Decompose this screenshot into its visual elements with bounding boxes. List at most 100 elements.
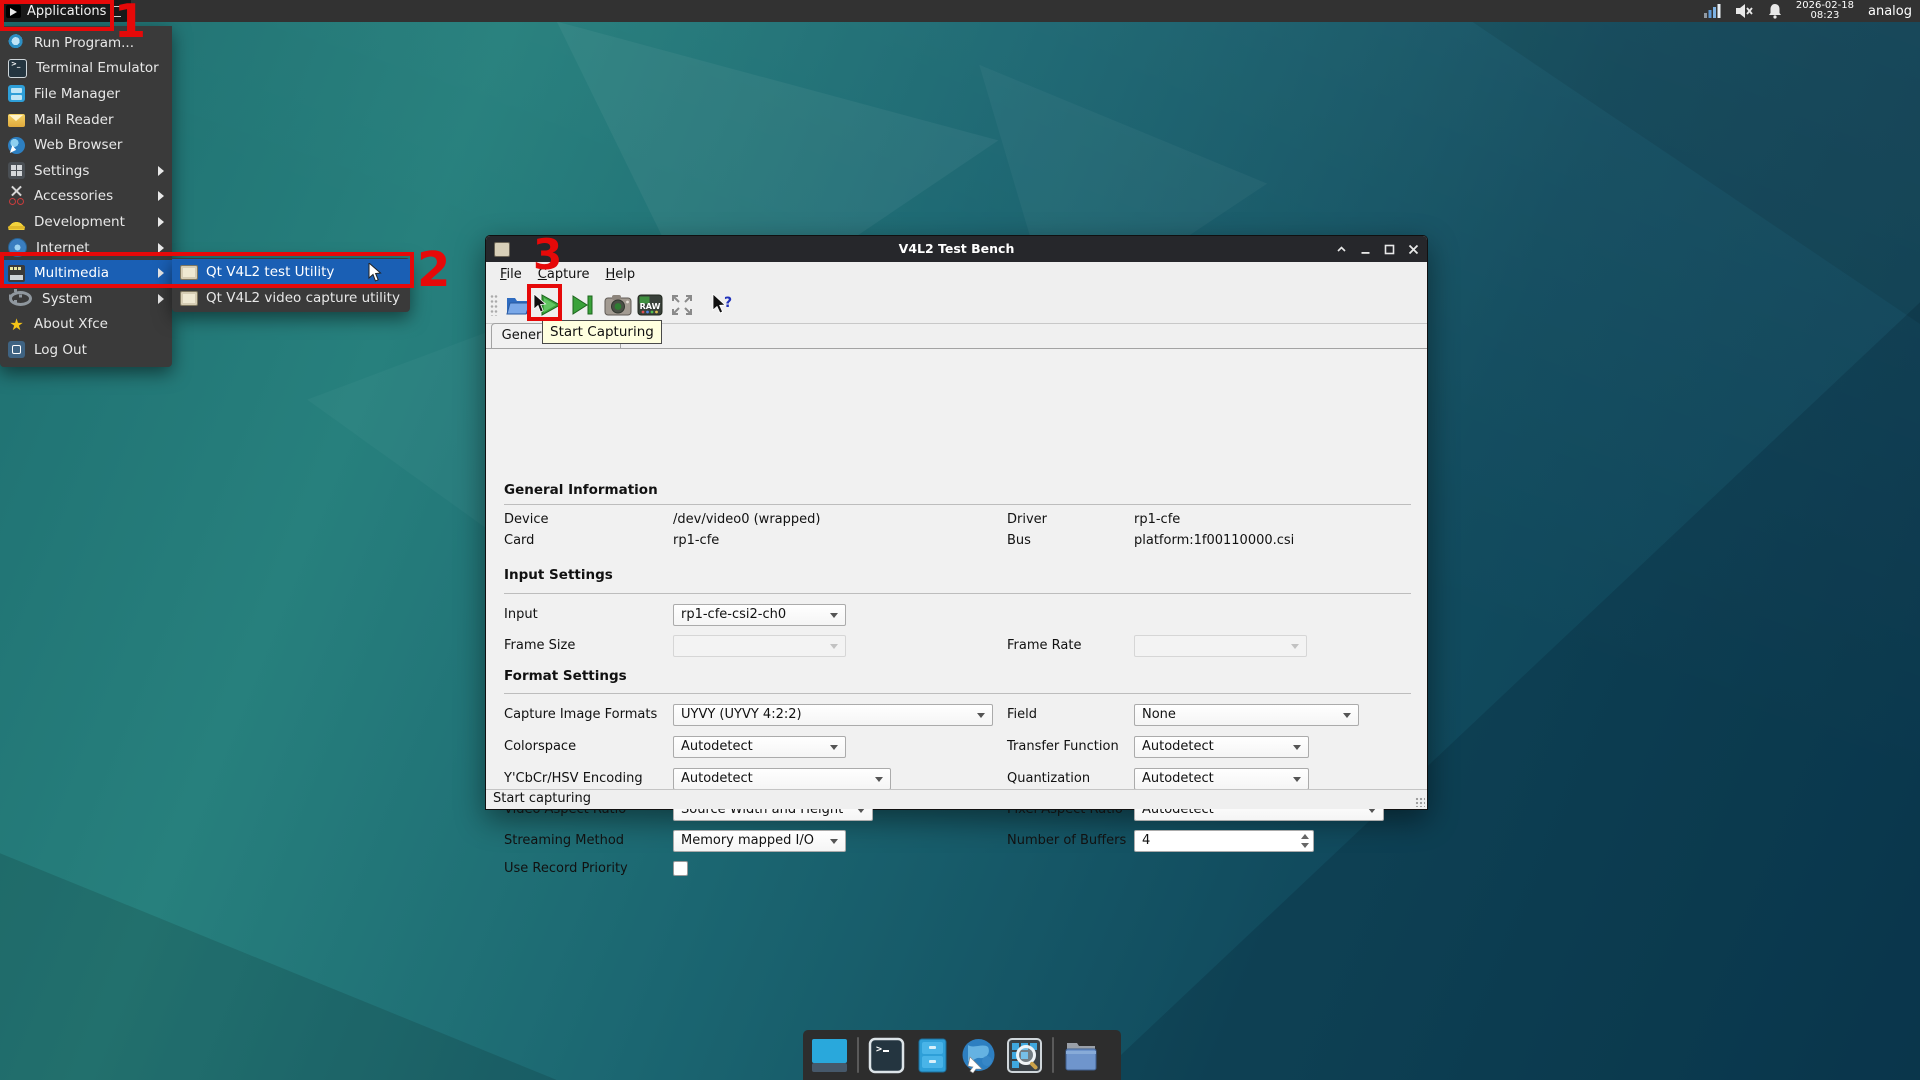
chevron-down-icon	[830, 745, 838, 750]
section-input-settings: Input Settings	[504, 567, 613, 583]
chevron-down-icon	[1293, 745, 1301, 750]
toolbar-drag-handle[interactable]	[490, 294, 498, 316]
annotation-number-3: 3	[533, 230, 562, 279]
accessories-icon	[8, 188, 25, 205]
maximize-button[interactable]	[1384, 244, 1395, 255]
menu-item-log-out[interactable]: Log Out	[0, 337, 172, 363]
menu-item-label: Accessories	[34, 188, 113, 204]
file-manager-icon[interactable]	[914, 1037, 951, 1074]
field-label: Input	[504, 604, 538, 626]
menu-item-label: Terminal Emulator	[36, 60, 159, 76]
dock-separator	[857, 1037, 859, 1073]
menu-item-label: Web Browser	[34, 137, 122, 153]
field-label: Field	[1007, 704, 1037, 726]
field-label: Number of Buffers	[1007, 830, 1126, 852]
notifications-bell-icon[interactable]	[1768, 4, 1782, 19]
field-value: rp1-cfe	[673, 530, 719, 552]
snapshot-button[interactable]	[604, 291, 632, 319]
transfer-function-combobox[interactable]: Autodetect	[1134, 736, 1309, 758]
field-value: rp1-cfe	[1134, 509, 1180, 531]
submenu-arrow-icon	[158, 294, 164, 304]
whats-this-button[interactable]: ?	[708, 291, 736, 319]
chevron-down-icon	[977, 713, 985, 718]
resize-frame-button[interactable]	[668, 291, 696, 319]
mouse-cursor-white	[368, 263, 386, 283]
system-tray: 2026-02-18 08:23 analog	[1696, 0, 1920, 22]
menu-item-settings[interactable]: Settings	[0, 158, 172, 184]
spinbox-value: 4	[1142, 831, 1150, 851]
section-divider	[504, 504, 1411, 505]
chevron-down-icon	[1291, 644, 1299, 649]
field-label: Card	[504, 530, 534, 552]
volume-muted-icon[interactable]	[1736, 4, 1754, 18]
menu-item-label: File Manager	[34, 86, 120, 102]
svg-text:>: >	[876, 1044, 882, 1055]
show-desktop-icon[interactable]	[811, 1037, 848, 1074]
spin-down-icon[interactable]	[1301, 843, 1309, 848]
combobox-value: UYVY (UYVY 4:2:2)	[681, 705, 802, 725]
menu-item-accessories[interactable]: Accessories	[0, 184, 172, 210]
colorspace-combobox[interactable]: Autodetect	[673, 736, 846, 758]
application-finder-icon[interactable]	[1006, 1037, 1043, 1074]
capture-step-icon	[570, 293, 594, 317]
resize-grip[interactable]	[1415, 797, 1425, 807]
menu-item-about-xfce[interactable]: ★ About Xfce	[0, 312, 172, 338]
combobox-value: Memory mapped I/O	[681, 831, 814, 851]
field-label: Bus	[1007, 530, 1031, 552]
chevron-down-icon	[1293, 777, 1301, 782]
field-label: Device	[504, 509, 548, 531]
tv-app-icon	[180, 291, 198, 306]
menu-item-mail-reader[interactable]: Mail Reader	[0, 107, 172, 133]
menu-item-file-manager[interactable]: File Manager	[0, 81, 172, 107]
raw-buffer-button[interactable]: RAW	[636, 291, 664, 319]
ycbcr-hsv-encoding-combobox[interactable]: Autodetect	[673, 768, 891, 790]
number-of-buffers-spinbox[interactable]: 4	[1134, 830, 1314, 852]
field-combobox[interactable]: None	[1134, 704, 1359, 726]
capture-image-formats-combobox[interactable]: UYVY (UYVY 4:2:2)	[673, 704, 993, 726]
combobox-value: rp1-cfe-csi2-ch0	[681, 605, 786, 625]
mail-icon	[8, 114, 25, 127]
panel-clock[interactable]: 2026-02-18 08:23	[1796, 1, 1854, 21]
menu-item-web-browser[interactable]: Web Browser	[0, 132, 172, 158]
logout-icon	[8, 341, 25, 358]
top-panel: Applications 2026-02-18 08:23 analog	[0, 0, 1920, 22]
minimize-button[interactable]	[1360, 244, 1371, 255]
annotation-number-1: 1	[114, 0, 146, 48]
menu-item-system[interactable]: System	[0, 286, 172, 312]
web-browser-icon	[8, 137, 25, 154]
menu-help[interactable]: Help	[598, 265, 642, 284]
menu-item-run-program[interactable]: Run Program...	[0, 30, 172, 56]
use-record-priority-checkbox[interactable]	[673, 861, 688, 876]
user-label: analog	[1868, 4, 1912, 19]
field-label: Streaming Method	[504, 830, 624, 852]
quantization-combobox[interactable]: Autodetect	[1134, 768, 1309, 790]
submenu-item-qt-v4l2-video-capture-utility[interactable]: Qt V4L2 video capture utility	[172, 285, 410, 311]
network-signal-icon[interactable]	[1704, 4, 1722, 18]
system-icon	[9, 291, 32, 306]
raw-buffer-icon: RAW	[637, 293, 663, 317]
menu-item-terminal-emulator[interactable]: Terminal Emulator	[0, 56, 172, 82]
shade-window-button[interactable]	[1336, 244, 1347, 255]
menu-item-development[interactable]: Development	[0, 209, 172, 235]
terminal-icon[interactable]: >	[868, 1037, 905, 1074]
spin-up-icon[interactable]	[1301, 834, 1309, 839]
about-xfce-icon: ★	[8, 316, 25, 333]
web-browser-icon[interactable]	[960, 1037, 997, 1074]
annotation-number-2: 2	[417, 242, 450, 298]
input-combobox[interactable]: rp1-cfe-csi2-ch0	[673, 604, 846, 626]
field-label: Use Record Priority	[504, 858, 628, 880]
window-titlebar[interactable]: V4L2 Test Bench	[486, 236, 1427, 262]
field-label: Quantization	[1007, 768, 1090, 790]
section-format-settings: Format Settings	[504, 668, 627, 684]
streaming-method-combobox[interactable]: Memory mapped I/O	[673, 830, 846, 852]
window-statusbar: Start capturing	[486, 789, 1427, 809]
submenu-arrow-icon	[158, 191, 164, 201]
field-label: Driver	[1007, 509, 1047, 531]
chevron-down-icon	[830, 644, 838, 649]
menu-file[interactable]: File	[493, 265, 529, 284]
status-text: Start capturing	[493, 791, 591, 806]
window-menubar: File Capture Help	[486, 262, 1427, 286]
capture-step-button[interactable]	[568, 291, 596, 319]
folder-icon[interactable]	[1063, 1037, 1100, 1074]
close-button[interactable]	[1408, 244, 1419, 255]
